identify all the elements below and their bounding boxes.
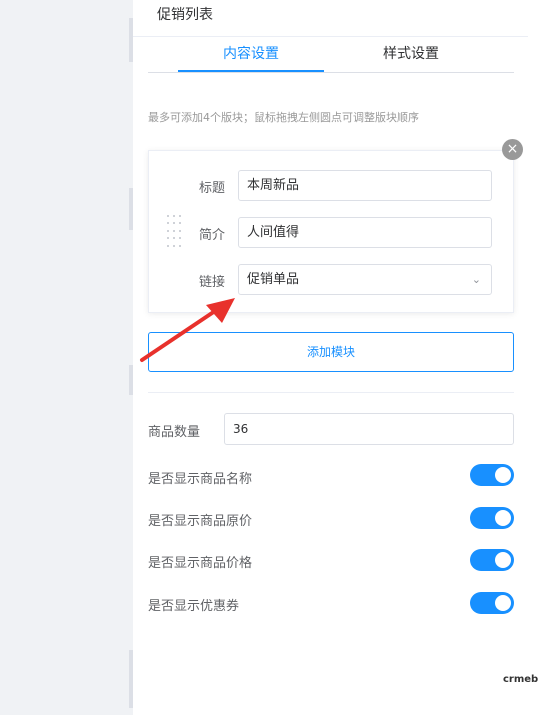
- quantity-label: 商品数量: [148, 425, 201, 440]
- title-divider: [133, 36, 528, 37]
- tabs-baseline: [148, 72, 514, 73]
- switch-label-original-price: 是否显示商品原价: [148, 514, 253, 529]
- switch-label-coupon: 是否显示优惠券: [148, 599, 240, 614]
- promotion-card: 标题 本周新品 简介 人间值得 链接 促销单品 ⌄: [148, 150, 514, 313]
- tab-content-settings[interactable]: 内容设置: [178, 40, 324, 72]
- link-label: 链接: [199, 275, 226, 290]
- drag-handle-icon[interactable]: [167, 215, 181, 249]
- title-input[interactable]: 本周新品: [238, 170, 492, 201]
- close-icon[interactable]: ×: [502, 139, 523, 160]
- toggle-show-price[interactable]: [470, 549, 514, 571]
- toggle-show-name[interactable]: [470, 464, 514, 486]
- toggle-show-original-price[interactable]: [470, 507, 514, 529]
- watermark-logo: crmeb: [503, 674, 539, 685]
- left-background: [0, 0, 129, 715]
- toggle-knob: [495, 510, 511, 526]
- tab-style-settings[interactable]: 样式设置: [338, 40, 484, 72]
- toggle-knob: [495, 467, 511, 483]
- intro-input[interactable]: 人间值得: [238, 217, 492, 248]
- title-label: 标题: [199, 181, 226, 196]
- tabs: 内容设置 样式设置: [148, 40, 514, 72]
- switch-label-price: 是否显示商品价格: [148, 556, 253, 571]
- switch-label-name: 是否显示商品名称: [148, 472, 253, 487]
- red-arrow-annotation: [140, 298, 235, 362]
- panel-title: 促销列表: [157, 7, 213, 23]
- link-select-value: 促销单品: [247, 272, 300, 287]
- toggle-knob: [495, 595, 511, 611]
- toggle-show-coupon[interactable]: [470, 592, 514, 614]
- section-divider: [148, 392, 514, 393]
- quantity-input[interactable]: 36: [224, 413, 514, 445]
- toggle-knob: [495, 552, 511, 568]
- hint-text: 最多可添加4个版块；鼠标拖拽左侧圆点可调整版块顺序: [148, 111, 419, 124]
- chevron-down-icon: ⌄: [471, 273, 481, 286]
- intro-label: 简介: [199, 228, 226, 243]
- link-select[interactable]: 促销单品 ⌄: [238, 264, 492, 295]
